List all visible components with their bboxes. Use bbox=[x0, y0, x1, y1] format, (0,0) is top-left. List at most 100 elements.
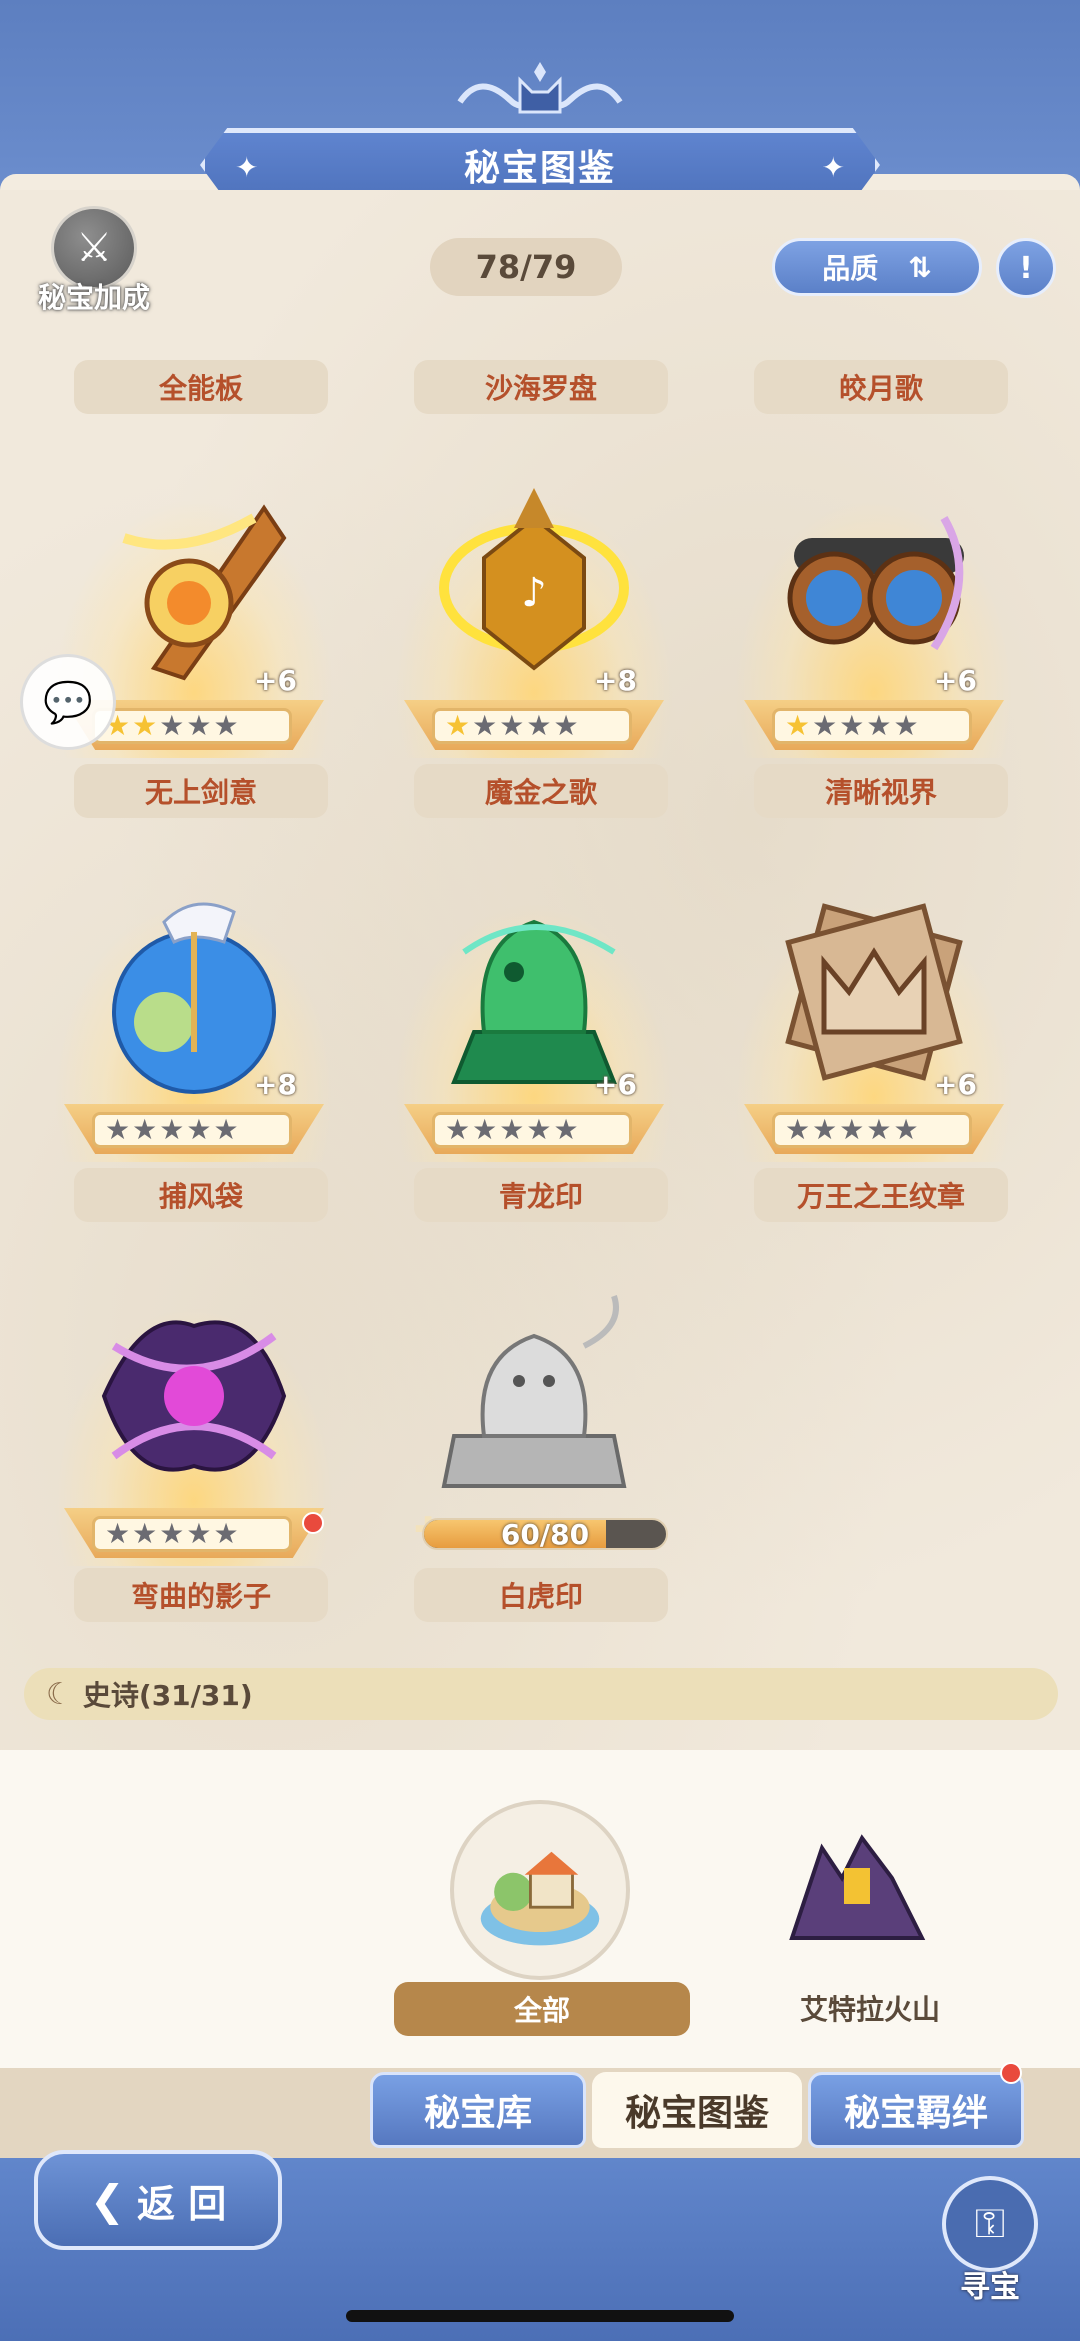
sparkle-icon: ✦ bbox=[821, 151, 845, 184]
treasure-card[interactable]: ★ ★ ★ ★ ★ +6 bbox=[724, 468, 1024, 768]
sparkle-icon: ✦ bbox=[235, 151, 259, 184]
enhance-level: +6 bbox=[594, 1068, 637, 1101]
sort-icon: ⇅ bbox=[908, 250, 932, 284]
chevron-left-icon: ❮ bbox=[89, 2175, 125, 2225]
region-all-button[interactable]: 全部 bbox=[394, 1982, 690, 2036]
star-icon: ★ bbox=[105, 1517, 131, 1550]
back-button[interactable]: ❮ 返 回 bbox=[34, 2150, 282, 2250]
notification-dot bbox=[1000, 2062, 1022, 2084]
star-icon: ★ bbox=[186, 1517, 212, 1550]
star-icon: ★ bbox=[213, 1113, 239, 1146]
item-name[interactable]: 白虎印 bbox=[414, 1568, 668, 1622]
volcano-icon[interactable] bbox=[782, 1818, 932, 1948]
star-icon: ★ bbox=[553, 1113, 579, 1146]
enhance-level: +6 bbox=[254, 664, 297, 697]
item-name[interactable]: 万王之王纹章 bbox=[754, 1168, 1008, 1222]
star-icon: ★ bbox=[445, 1113, 471, 1146]
star-icon: ★ bbox=[526, 1113, 552, 1146]
star-icon: ★ bbox=[159, 1113, 185, 1146]
chat-icon[interactable]: 💬 bbox=[20, 654, 116, 750]
white-tiger-seal-icon bbox=[441, 1295, 627, 1488]
star-icon: ★ bbox=[132, 709, 158, 742]
info-icon[interactable]: ! bbox=[996, 238, 1056, 298]
item-name[interactable]: 捕风袋 bbox=[74, 1168, 328, 1222]
tab-treasure-bonds[interactable]: 秘宝羁绊 bbox=[808, 2072, 1024, 2148]
star-rating: ★ ★ ★ ★ ★ bbox=[92, 1516, 292, 1552]
item-name[interactable]: 全能板 bbox=[74, 360, 328, 414]
enhance-level: +6 bbox=[934, 664, 977, 697]
quality-sort-button[interactable]: 品质 ⇅ bbox=[772, 238, 982, 296]
item-name[interactable]: 弯曲的影子 bbox=[74, 1568, 328, 1622]
rarity-section-header: ☾ 史诗(31/31) bbox=[24, 1668, 1058, 1720]
tab-treasure-codex[interactable]: 秘宝图鉴 bbox=[592, 2072, 802, 2148]
star-icon: ★ bbox=[839, 709, 865, 742]
star-rating: ★ ★ ★ ★ ★ bbox=[432, 708, 632, 744]
enhance-level: +6 bbox=[934, 1068, 977, 1101]
star-icon: ★ bbox=[499, 709, 525, 742]
item-name[interactable]: 清晰视界 bbox=[754, 764, 1008, 818]
quality-label: 品质 bbox=[822, 252, 879, 285]
star-icon: ★ bbox=[213, 1517, 239, 1550]
moon-emblem-icon: ☾ bbox=[46, 1676, 73, 1712]
shadow-orb-icon bbox=[101, 1320, 287, 1472]
region-all-selected[interactable] bbox=[450, 1800, 630, 1980]
star-icon: ★ bbox=[812, 1113, 838, 1146]
app-root: ✦ 秘宝图鉴 ✦ ⚔ 秘宝加成 78/79 品质 ⇅ ! 全能板 沙海罗盘 皎月… bbox=[0, 0, 1080, 2341]
star-icon: ★ bbox=[812, 709, 838, 742]
treasure-card[interactable]: ★ ★ ★ ★ ★ +6 bbox=[724, 872, 1024, 1172]
star-rating: ★ ★ ★ ★ ★ bbox=[772, 1112, 972, 1148]
star-icon: ★ bbox=[105, 1113, 131, 1146]
treasure-card[interactable]: ♪ ★ ★ ★ ★ ★ +8 bbox=[384, 468, 684, 768]
star-icon: ★ bbox=[186, 709, 212, 742]
item-name[interactable]: 魔金之歌 bbox=[414, 764, 668, 818]
page-title: 秘宝图鉴 bbox=[463, 148, 616, 189]
star-icon: ★ bbox=[893, 1113, 919, 1146]
region-volcano-label[interactable]: 艾特拉火山 bbox=[770, 1988, 970, 2028]
star-rating: ★ ★ ★ ★ ★ bbox=[92, 708, 292, 744]
star-icon: ★ bbox=[159, 1517, 185, 1550]
item-name[interactable]: 无上剑意 bbox=[74, 764, 328, 818]
enhance-level: +8 bbox=[594, 664, 637, 697]
star-icon: ★ bbox=[526, 709, 552, 742]
fragment-progress-bar: 60/80 bbox=[422, 1518, 668, 1550]
star-icon: ★ bbox=[445, 709, 471, 742]
cat-ornament-icon bbox=[457, 62, 623, 114]
treasure-card[interactable]: ★ ★ ★ ★ ★ +8 bbox=[44, 872, 344, 1172]
star-rating: ★ ★ ★ ★ ★ bbox=[92, 1112, 292, 1148]
star-icon: ★ bbox=[472, 709, 498, 742]
star-icon: ★ bbox=[213, 709, 239, 742]
star-icon: ★ bbox=[839, 1113, 865, 1146]
star-rating: ★ ★ ★ ★ ★ bbox=[432, 1112, 632, 1148]
tab-treasure-vault[interactable]: 秘宝库 bbox=[370, 2072, 586, 2148]
treasure-card[interactable]: ★ ★ ★ ★ ★ bbox=[44, 1276, 344, 1576]
bonus-label: 秘宝加成 bbox=[37, 281, 150, 314]
treasure-chest-icon: ⚿ bbox=[942, 2176, 1038, 2272]
item-name[interactable]: 皎月歌 bbox=[754, 360, 1008, 414]
star-icon: ★ bbox=[785, 1113, 811, 1146]
star-icon: ★ bbox=[785, 709, 811, 742]
star-icon: ★ bbox=[866, 709, 892, 742]
section-label: 史诗(31/31) bbox=[82, 1679, 253, 1712]
treasure-label: 寻宝 bbox=[960, 2270, 1020, 2305]
progress-text: 60/80 bbox=[500, 1518, 590, 1550]
star-icon: ★ bbox=[553, 709, 579, 742]
star-rating: ★ ★ ★ ★ ★ bbox=[772, 708, 972, 744]
star-icon: ★ bbox=[472, 1113, 498, 1146]
treasure-card[interactable]: ★ ★ ★ ★ ★ +6 bbox=[384, 872, 684, 1172]
star-icon: ★ bbox=[186, 1113, 212, 1146]
star-icon: ★ bbox=[132, 1517, 158, 1550]
treasure-bonus-button[interactable]: ⚔ 秘宝加成 bbox=[24, 206, 164, 316]
star-icon: ★ bbox=[132, 1113, 158, 1146]
notification-dot bbox=[302, 1512, 324, 1534]
star-icon: ★ bbox=[893, 709, 919, 742]
treasure-hunt-button[interactable]: ⚿ 寻宝 bbox=[938, 2176, 1042, 2310]
enhance-level: +8 bbox=[254, 1068, 297, 1101]
back-label: 返 回 bbox=[136, 2181, 227, 2226]
star-icon: ★ bbox=[499, 1113, 525, 1146]
item-name[interactable]: 青龙印 bbox=[414, 1168, 668, 1222]
star-icon: ★ bbox=[866, 1113, 892, 1146]
island-house-icon bbox=[480, 1851, 600, 1946]
star-icon: ★ bbox=[159, 709, 185, 742]
collection-counter: 78/79 bbox=[430, 238, 622, 296]
item-name[interactable]: 沙海罗盘 bbox=[414, 360, 668, 414]
